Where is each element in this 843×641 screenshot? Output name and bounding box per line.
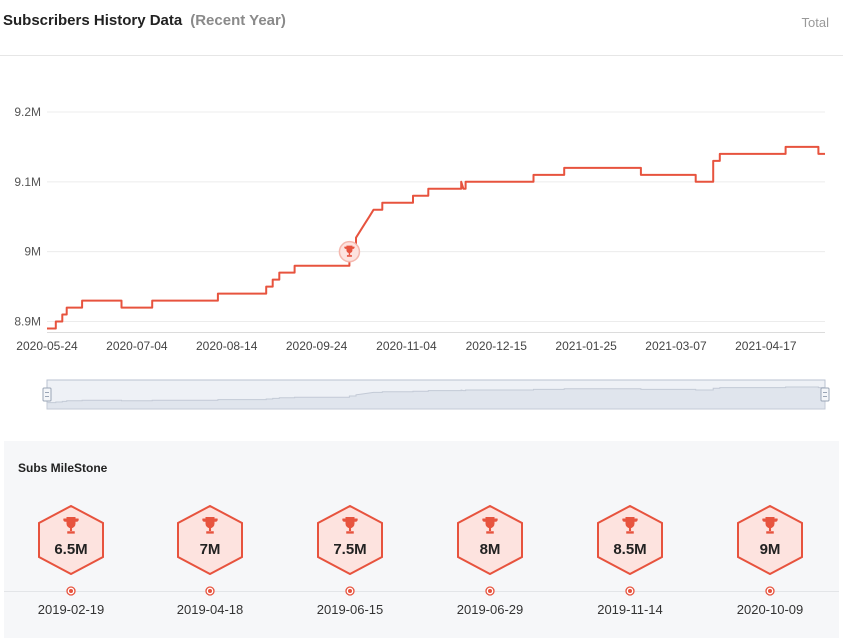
- milestone-dot: [485, 586, 495, 596]
- trophy-icon: [482, 517, 498, 534]
- subscribers-line-chart: 8.9M 9M 9.1M 9.2M 2020-05-24 2020-07-04 2020-0…: [14, 105, 830, 410]
- milestone-value: 6.5M: [54, 541, 88, 558]
- trophy-icon: [202, 517, 218, 534]
- milestone-date: 2019-06-29: [456, 602, 524, 617]
- milestone-timeline: [4, 591, 839, 592]
- milestone-badge: [597, 505, 663, 575]
- milestone-date: 2019-06-15: [316, 602, 384, 617]
- x-tick-label: 2020-05-24: [16, 339, 78, 353]
- x-tick-label: 2021-03-07: [645, 339, 707, 353]
- x-tick-label: 2020-07-04: [106, 339, 168, 353]
- milestone-badge: [737, 505, 803, 575]
- milestone-item: 7.5M 2019-06-15: [300, 505, 400, 635]
- y-tick-label: 9.2M: [14, 105, 41, 119]
- milestone-value: 7M: [199, 541, 221, 558]
- x-tick-label: 2021-04-17: [735, 339, 797, 353]
- milestone-item: 6.5M 2019-02-19: [21, 505, 121, 635]
- milestone-value: 8.5M: [613, 541, 647, 558]
- trophy-icon: [762, 517, 778, 534]
- milestone-dot: [765, 586, 775, 596]
- milestone-item: 7M 2019-04-18: [160, 505, 260, 635]
- milestone-panel: Subs MileStone 6.5M 2019-02-19 7M 2019-04-1…: [4, 441, 839, 638]
- x-tick-label: 2020-11-04: [376, 339, 437, 353]
- chart-title: Subscribers History Data: [3, 12, 183, 29]
- chart-header: Subscribers History Data (Recent Year) To…: [0, 0, 843, 56]
- milestone-item: 8.5M 2019-11-14: [580, 505, 680, 635]
- milestone-date: 2019-02-19: [37, 602, 105, 617]
- milestone-dot: [205, 586, 215, 596]
- milestone-value: 9M: [759, 541, 781, 558]
- y-tick-label: 9.1M: [14, 175, 41, 189]
- milestone-date: 2019-04-18: [176, 602, 244, 617]
- milestone-title: Subs MileStone: [18, 461, 108, 475]
- trophy-icon: [63, 517, 79, 534]
- x-tick-label: 2020-08-14: [196, 339, 258, 353]
- milestone-badge: [317, 505, 383, 575]
- milestone-dot: [345, 586, 355, 596]
- milestone-badge: [457, 505, 523, 575]
- milestone-dot: [625, 586, 635, 596]
- x-tick-label: 2021-01-25: [555, 339, 617, 353]
- milestone-badge: [177, 505, 243, 575]
- x-tick-label: 2020-12-15: [466, 339, 528, 353]
- milestone-value: 7.5M: [333, 541, 367, 558]
- milestone-badge: [38, 505, 104, 575]
- milestone-date: 2019-11-14: [597, 602, 663, 617]
- y-tick-label: 9M: [24, 245, 41, 259]
- y-tick-label: 8.9M: [14, 315, 41, 329]
- milestone-value: 8M: [479, 541, 501, 558]
- total-toggle-button[interactable]: Total: [802, 15, 829, 30]
- page-title: Subscribers History Data (Recent Year): [3, 12, 286, 29]
- milestone-item: 9M 2020-10-09: [720, 505, 820, 635]
- milestone-date: 2020-10-09: [736, 602, 804, 617]
- navigator-handle-right[interactable]: [820, 387, 830, 402]
- subscriber-series-line: [47, 145, 825, 330]
- trophy-icon: [622, 517, 638, 534]
- x-tick-label: 2020-09-24: [286, 339, 348, 353]
- chart-subtitle: (Recent Year): [190, 12, 286, 29]
- navigator-handle-left[interactable]: [42, 387, 52, 402]
- milestone-dot: [66, 586, 76, 596]
- trophy-icon: [342, 517, 358, 534]
- milestone-item: 8M 2019-06-29: [440, 505, 540, 635]
